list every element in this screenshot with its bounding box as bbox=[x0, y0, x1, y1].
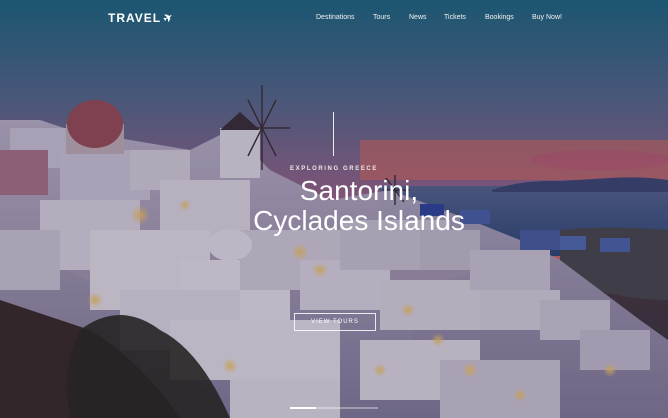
hero-title: Santorini, Cyclades Islands bbox=[0, 176, 668, 236]
hero-title-line-2: Cyclades Islands bbox=[253, 205, 465, 236]
nav-item-news[interactable]: News bbox=[409, 14, 427, 21]
nav-item-tours[interactable]: Tours bbox=[373, 14, 390, 21]
nav-item-tickets[interactable]: Tickets bbox=[444, 14, 466, 21]
hero-divider-line bbox=[333, 112, 334, 156]
main-nav: Destinations Tours News Tickets Bookings… bbox=[0, 14, 668, 26]
nav-item-bookings[interactable]: Bookings bbox=[485, 14, 514, 21]
nav-item-destinations[interactable]: Destinations bbox=[316, 14, 355, 21]
view-tours-button[interactable]: VIEW TOURS bbox=[294, 313, 376, 331]
hero-title-line-1: Santorini, bbox=[299, 175, 419, 206]
top-navigation-bar: TRAVEL ✈ Destinations Tours News Tickets… bbox=[0, 0, 668, 38]
hero-kicker: EXPLORING GREECE bbox=[290, 166, 378, 172]
nav-item-buy-now[interactable]: Buy Now! bbox=[532, 14, 562, 21]
slider-progress[interactable] bbox=[290, 407, 378, 409]
slider-progress-fill bbox=[290, 407, 317, 409]
